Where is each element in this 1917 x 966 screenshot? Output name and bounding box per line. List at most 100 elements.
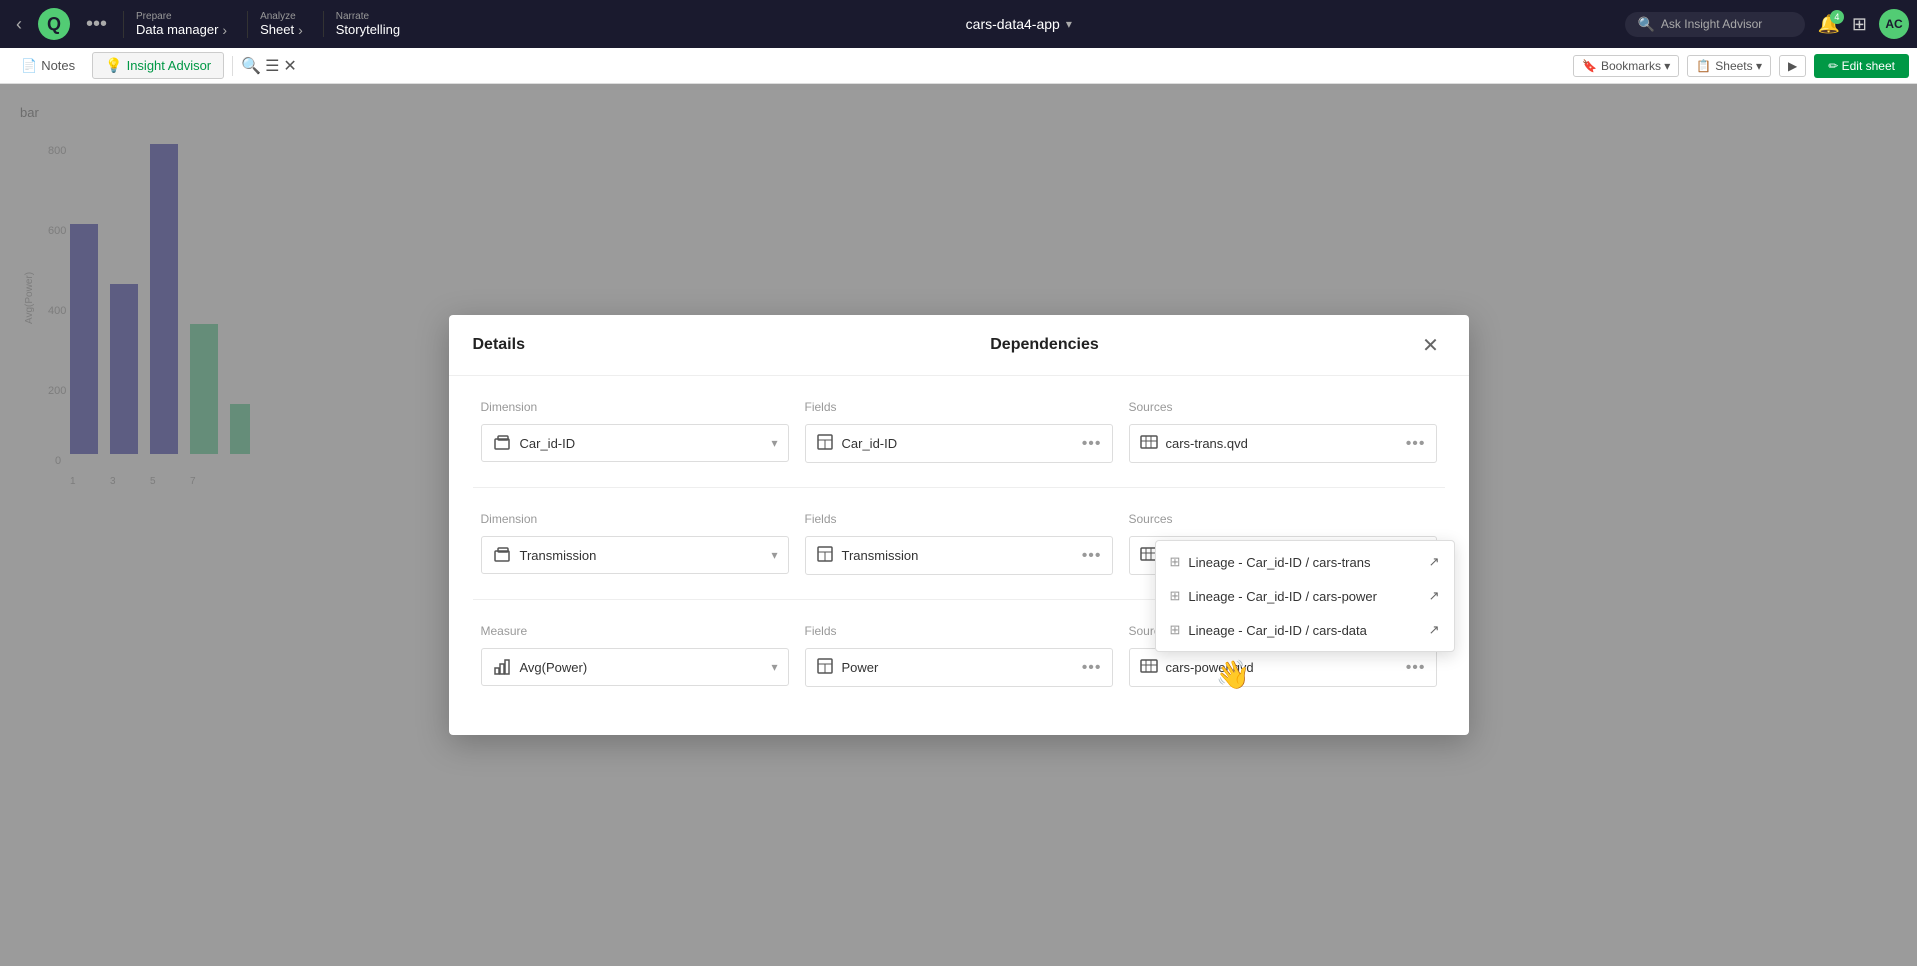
nav-section-analyze: Analyze Sheet › xyxy=(247,11,315,38)
cube-icon xyxy=(493,434,511,452)
dep-col-measure-3: Measure Avg(Power) ▾ xyxy=(473,624,797,687)
lineage-link-icon-1: ⊞ xyxy=(1170,554,1181,570)
table-icon-2 xyxy=(816,545,834,563)
cube-icon-2 xyxy=(493,546,511,564)
nav-section-narrate-sub: Narrate xyxy=(336,11,400,22)
measure-value-3: Avg(Power) xyxy=(520,660,764,675)
nav-section-narrate-main[interactable]: Storytelling xyxy=(336,22,400,37)
play-button[interactable]: ▶ xyxy=(1779,55,1806,77)
main-content-area: bar 800 600 400 200 0 1 3 5 7 xyxy=(0,84,1917,966)
lineage-external-icon-3: ↗ xyxy=(1429,622,1440,638)
field-more-button-1[interactable]: ••• xyxy=(1082,435,1102,453)
nav-center: cars-data4-app ▾ xyxy=(420,16,1617,32)
tab-insight-advisor[interactable]: 💡 Insight Advisor xyxy=(92,52,224,79)
notes-icon: 📄 xyxy=(21,58,37,74)
dimension-select-2[interactable]: Transmission ▾ xyxy=(481,536,789,574)
field-item-2: Transmission ••• xyxy=(805,536,1113,575)
search-toolbar-button[interactable]: 🔍 xyxy=(241,56,261,76)
second-nav-right: 🔖 Bookmarks ▾ 📋 Sheets ▾ ▶ ✏ Edit sheet xyxy=(1573,54,1909,78)
insight-advisor-icon: 💡 xyxy=(105,57,122,74)
source-more-button-1[interactable]: ••• xyxy=(1406,435,1426,453)
modal-close-button[interactable]: ✕ xyxy=(1417,331,1445,359)
lineage-link-icon-2: ⊞ xyxy=(1170,588,1181,604)
source-item-3: cars-power.qvd ••• xyxy=(1129,648,1437,687)
measure-caret-icon-3: ▾ xyxy=(771,660,777,674)
fields-label-2: Fields xyxy=(805,512,1113,526)
field-more-button-2[interactable]: ••• xyxy=(1082,547,1102,565)
nav-section-analyze-sub: Analyze xyxy=(260,11,303,22)
user-avatar[interactable]: AC xyxy=(1879,9,1909,39)
nav-back-button[interactable]: ‹ xyxy=(8,10,30,39)
source-value-1: cars-trans.qvd xyxy=(1166,436,1398,451)
nav-prepare-arrow: › xyxy=(222,22,227,38)
dimension-value-1: Car_id-ID xyxy=(520,436,764,451)
measure-icon-3 xyxy=(492,657,512,677)
ask-insight-label: Ask Insight Advisor xyxy=(1661,17,1762,31)
qlik-q-letter: Q xyxy=(47,14,61,35)
lineage-item-1[interactable]: ⊞ Lineage - Car_id-ID / cars-trans ↗ xyxy=(1156,545,1454,579)
nav-more-button[interactable]: ••• xyxy=(78,9,115,40)
nav-right: 🔍 Ask Insight Advisor 🔔 4 ⊞ AC xyxy=(1625,9,1909,39)
field-value-3: Power xyxy=(842,660,1074,675)
apps-grid-button[interactable]: ⊞ xyxy=(1852,14,1867,35)
edit-sheet-button[interactable]: ✏ Edit sheet xyxy=(1814,54,1909,78)
app-title-caret-icon: ▾ xyxy=(1066,17,1072,31)
sources-label-1: Sources xyxy=(1129,400,1437,414)
field-table-icon-1 xyxy=(816,433,834,454)
ask-insight-search-box[interactable]: 🔍 Ask Insight Advisor xyxy=(1625,12,1805,37)
dimension-label-1: Dimension xyxy=(481,400,789,414)
app-title-text: cars-data4-app xyxy=(966,16,1060,32)
dimension-icon-1 xyxy=(492,433,512,453)
tab-notes[interactable]: 📄 Notes xyxy=(8,53,88,79)
second-nav-bar: 📄 Notes 💡 Insight Advisor 🔍 ☰ ✕ 🔖 Bookma… xyxy=(0,48,1917,84)
lineage-item-2[interactable]: ⊞ Lineage - Car_id-ID / cars-power ↗ xyxy=(1156,579,1454,613)
dimension-caret-icon-2: ▾ xyxy=(771,548,777,562)
source-grid-icon-3 xyxy=(1140,657,1158,675)
field-item-1: Car_id-ID ••• xyxy=(805,424,1113,463)
modal-header: Details Dependencies ✕ xyxy=(449,315,1469,376)
table-icon xyxy=(816,433,834,451)
app-title[interactable]: cars-data4-app ▾ xyxy=(966,16,1072,32)
lineage-popup: ⊞ Lineage - Car_id-ID / cars-trans ↗ ⊞ L… xyxy=(1155,540,1455,652)
sources-label-2: Sources xyxy=(1129,512,1437,526)
measure-select-3[interactable]: Avg(Power) ▾ xyxy=(481,648,789,686)
dimension-value-2: Transmission xyxy=(520,548,764,563)
source-item-1: cars-trans.qvd ••• xyxy=(1129,424,1437,463)
source-grid-icon xyxy=(1140,433,1158,451)
lineage-item-3[interactable]: ⊞ Lineage - Car_id-ID / cars-data ↗ xyxy=(1156,613,1454,647)
notifications-button[interactable]: 🔔 4 xyxy=(1817,14,1839,35)
field-value-1: Car_id-ID xyxy=(842,436,1074,451)
nav-section-analyze-main[interactable]: Sheet xyxy=(260,22,294,37)
fields-label-3: Fields xyxy=(805,624,1113,638)
source-table-icon-3 xyxy=(1140,657,1158,678)
dep-col-dimension-2: Dimension Transmission ▾ xyxy=(473,512,797,575)
qlik-logo[interactable]: Q xyxy=(38,8,70,40)
modal-details-title: Details xyxy=(473,336,673,354)
field-item-3: Power ••• xyxy=(805,648,1113,687)
clear-toolbar-button[interactable]: ✕ xyxy=(283,56,296,76)
nav-section-prepare-main[interactable]: Data manager xyxy=(136,22,218,37)
tab-insight-advisor-label: Insight Advisor xyxy=(127,58,212,73)
source-more-button-3[interactable]: ••• xyxy=(1406,659,1426,677)
dep-col-fields-3: Fields Power ••• xyxy=(797,624,1121,687)
dimension-icon-2 xyxy=(492,545,512,565)
tab-notes-label: Notes xyxy=(41,58,75,73)
bookmark-icon: 🔖 xyxy=(1582,59,1597,73)
measure-label-3: Measure xyxy=(481,624,789,638)
field-more-button-3[interactable]: ••• xyxy=(1082,659,1102,677)
qlik-logo-circle: Q xyxy=(38,8,70,40)
lineage-item-text-1: Lineage - Car_id-ID / cars-trans xyxy=(1188,555,1420,570)
dep-col-fields-2: Fields Transmission ••• xyxy=(797,512,1121,575)
source-table-icon-1 xyxy=(1140,433,1158,454)
dimension-select-1[interactable]: Car_id-ID ▾ xyxy=(481,424,789,462)
selection-toolbar-button[interactable]: ☰ xyxy=(265,56,279,76)
lineage-item-text-2: Lineage - Car_id-ID / cars-power xyxy=(1188,589,1420,604)
bookmarks-label: Bookmarks ▾ xyxy=(1601,59,1670,73)
dimension-caret-icon-1: ▾ xyxy=(771,436,777,450)
field-table-icon-2 xyxy=(816,545,834,566)
field-value-2: Transmission xyxy=(842,548,1074,563)
sheets-button[interactable]: 📋 Sheets ▾ xyxy=(1687,55,1771,77)
bookmarks-button[interactable]: 🔖 Bookmarks ▾ xyxy=(1573,55,1679,77)
notification-badge: 4 xyxy=(1830,10,1844,24)
play-icon: ▶ xyxy=(1788,59,1797,73)
